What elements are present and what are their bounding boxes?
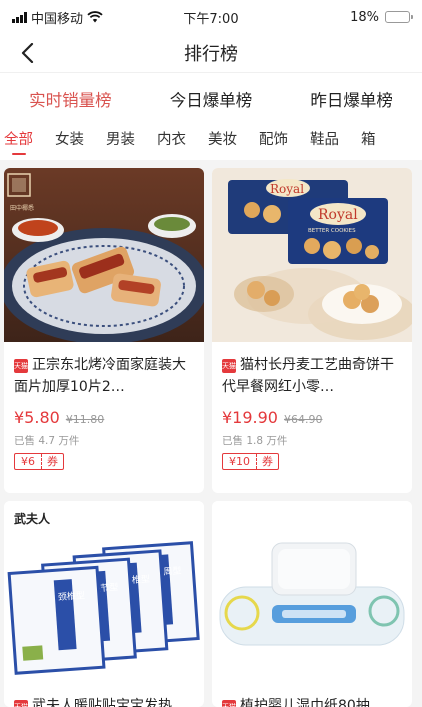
sold-count: 已售 4.7 万件 — [14, 435, 80, 447]
product-card[interactable]: 武夫人 肩周型 腰椎型 关节型 颈椎型 天猫 武夫人暖贴贴宝宝发热 — [4, 501, 204, 707]
category-tab-underwear[interactable]: 内衣 — [157, 124, 186, 160]
product-price: ¥5.80 — [14, 408, 60, 427]
product-card[interactable]: 田中椰悉 天猫 正宗东北烤冷面家庭装大面片加厚10片2… ¥5.80 ¥11.80… — [4, 168, 204, 493]
clock: 下午7:00 — [183, 11, 239, 27]
tmall-badge-icon: 天猫 — [222, 359, 236, 373]
tmall-badge-icon: 天猫 — [222, 700, 236, 707]
status-bar: 中国移动 下午7:00 18% — [0, 0, 422, 34]
coupon-badge[interactable]: ¥10 券 — [222, 453, 279, 470]
product-image: 田中椰悉 — [4, 168, 204, 342]
product-image — [212, 501, 412, 675]
product-price: ¥19.90 — [222, 408, 278, 427]
brand-logo-top: Royal — [270, 182, 304, 196]
category-tab-accessories[interactable]: 配饰 — [259, 124, 288, 160]
brand-logo-text: 武夫人 — [14, 511, 51, 526]
product-title: 天猫 植护婴儿湿巾纸80抽 — [222, 695, 404, 707]
product-card[interactable]: Royal Royal BETTER COOKIES 天猫 猫村长丹麦工艺曲奇饼干… — [212, 168, 412, 493]
product-title: 天猫 猫村长丹麦工艺曲奇饼干代早餐网红小零… — [222, 357, 394, 395]
original-price: ¥11.80 — [65, 413, 105, 426]
tab-realtime-sales[interactable]: 实时销量榜 — [0, 87, 141, 111]
navigation-bar: 排行榜 — [0, 34, 422, 72]
coupon-amount: ¥6 — [21, 455, 35, 468]
product-title: 天猫 武夫人暖贴贴宝宝发热 — [14, 695, 196, 707]
carrier-name: 中国移动 — [31, 11, 84, 27]
battery-percent: 18% — [350, 9, 379, 25]
chevron-left-icon — [21, 43, 34, 63]
tmall-badge-icon: 天猫 — [14, 359, 28, 373]
category-tab-men[interactable]: 男装 — [106, 124, 135, 160]
category-tab-women[interactable]: 女装 — [55, 124, 84, 160]
category-tab-beauty[interactable]: 美妆 — [208, 124, 237, 160]
ranking-tabs: 实时销量榜 今日爆单榜 昨日爆单榜 — [0, 72, 422, 124]
brand-subtitle: BETTER COOKIES — [308, 228, 356, 234]
tab-yesterday-hot[interactable]: 昨日爆单榜 — [281, 87, 422, 111]
coupon-label: 券 — [41, 454, 63, 469]
product-card[interactable]: 天猫 植护婴儿湿巾纸80抽 — [212, 501, 412, 707]
coupon-badge[interactable]: ¥6 券 — [14, 453, 64, 470]
category-tab-bags[interactable]: 箱 — [361, 124, 376, 160]
category-tab-shoes[interactable]: 鞋品 — [310, 124, 339, 160]
category-tab-all[interactable]: 全部 — [4, 124, 33, 160]
coupon-label: 券 — [256, 454, 278, 469]
wifi-icon — [87, 11, 103, 23]
brand-logo-text: 田中椰悉 — [10, 204, 34, 212]
signal-icon — [12, 11, 27, 23]
tab-today-hot[interactable]: 今日爆单榜 — [141, 87, 282, 111]
battery-icon — [385, 11, 413, 23]
product-image: 武夫人 肩周型 腰椎型 关节型 颈椎型 — [4, 501, 204, 675]
tmall-badge-icon: 天猫 — [14, 700, 28, 707]
page-title: 排行榜 — [184, 44, 238, 65]
category-tabs: 全部 女装 男装 内衣 美妆 配饰 鞋品 箱 — [0, 124, 422, 160]
sold-count: 已售 1.8 万件 — [222, 435, 288, 447]
brand-logo-main: Royal — [318, 207, 358, 223]
product-image: Royal Royal BETTER COOKIES — [212, 168, 412, 342]
original-price: ¥64.90 — [283, 413, 323, 426]
back-button[interactable] — [12, 38, 42, 68]
coupon-amount: ¥10 — [229, 455, 250, 468]
product-title: 天猫 正宗东北烤冷面家庭装大面片加厚10片2… — [14, 357, 186, 395]
